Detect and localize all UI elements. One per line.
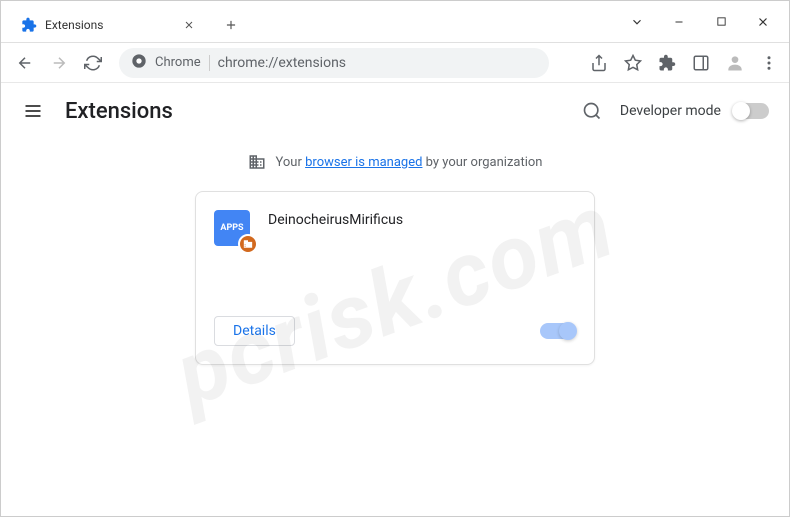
new-tab-button[interactable] xyxy=(217,11,245,39)
page-header: Extensions Developer mode xyxy=(1,83,789,139)
hamburger-menu-icon[interactable] xyxy=(21,99,45,123)
extension-enable-toggle[interactable] xyxy=(540,323,576,339)
tab-title-text: Extensions xyxy=(45,18,173,32)
share-icon[interactable] xyxy=(589,53,609,73)
window-maximize-button[interactable] xyxy=(709,10,733,34)
notice-suffix: by your organization xyxy=(422,155,542,170)
profile-avatar-icon[interactable] xyxy=(725,53,745,73)
browser-managed-link[interactable]: browser is managed xyxy=(305,155,422,170)
details-button[interactable]: Details xyxy=(214,316,295,346)
nav-reload-button[interactable] xyxy=(79,49,107,77)
site-chip-label: Chrome xyxy=(155,55,201,70)
window-titlebar: Extensions xyxy=(1,1,789,43)
extension-icon: APPS xyxy=(214,210,254,250)
window-caret-icon[interactable] xyxy=(625,10,649,34)
kebab-menu-icon[interactable] xyxy=(759,53,779,73)
managed-browser-notice: Your browser is managed by your organiza… xyxy=(1,139,789,191)
page-title: Extensions xyxy=(65,99,173,124)
organization-icon xyxy=(248,153,266,171)
nav-back-button[interactable] xyxy=(11,49,39,77)
toggle-knob xyxy=(559,322,577,340)
extension-puzzle-icon xyxy=(21,17,37,33)
extensions-puzzle-icon[interactable] xyxy=(657,53,677,73)
close-tab-icon[interactable] xyxy=(181,17,197,33)
notice-prefix: Your xyxy=(276,155,306,170)
address-bar-row: Chrome chrome://extensions xyxy=(1,43,789,83)
star-bookmark-icon[interactable] xyxy=(623,53,643,73)
window-close-button[interactable] xyxy=(751,10,775,34)
page-content: pcrisk.com Extensions Developer mode xyxy=(1,83,789,516)
omnibox[interactable]: Chrome chrome://extensions xyxy=(119,48,549,78)
chrome-logo-icon xyxy=(131,53,147,73)
search-icon[interactable] xyxy=(580,99,604,123)
developer-mode-toggle[interactable] xyxy=(733,103,769,119)
side-panel-icon[interactable] xyxy=(691,53,711,73)
url-text: chrome://extensions xyxy=(218,55,346,71)
developer-mode-label: Developer mode xyxy=(620,103,721,119)
toggle-knob xyxy=(732,102,750,120)
extension-name: DeinocheirusMirificus xyxy=(268,210,403,228)
nav-forward-button[interactable] xyxy=(45,49,73,77)
chip-separator xyxy=(209,55,210,71)
window-minimize-button[interactable] xyxy=(667,10,691,34)
browser-tab[interactable]: Extensions xyxy=(9,8,209,42)
extension-managed-badge-icon xyxy=(238,234,258,254)
extension-card: APPS DeinocheirusMirificus Details xyxy=(195,191,595,365)
